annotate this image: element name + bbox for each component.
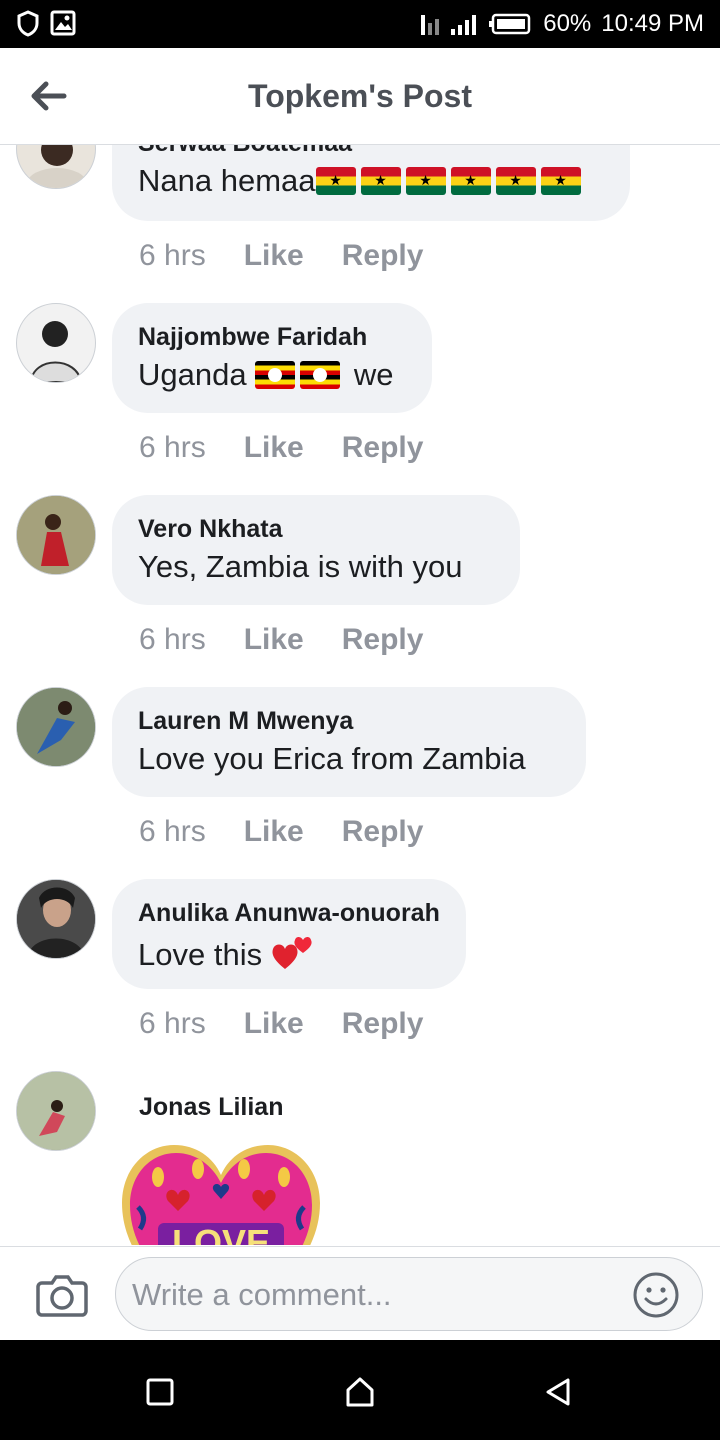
comment-author[interactable]: Anulika Anunwa-onuorah [138, 899, 440, 927]
comment-input-wrapper [115, 1257, 703, 1331]
comment-text: Love this [138, 931, 440, 975]
comment-actions: 6 hrs Like Reply [139, 623, 423, 657]
home-icon[interactable] [344, 1376, 376, 1408]
avatar[interactable] [16, 879, 96, 959]
comment-text-content: Love this [138, 937, 263, 972]
comment-author[interactable]: Vero Nkhata [138, 515, 494, 543]
reply-button[interactable]: Reply [342, 1007, 424, 1041]
comment-bubble[interactable]: Anulika Anunwa-onuorah Love this [112, 879, 466, 989]
avatar-photo [17, 880, 95, 958]
comment-text: Love you Erica from Zambia [138, 741, 526, 776]
camera-icon[interactable] [36, 1273, 88, 1317]
comment-time: 6 hrs [139, 431, 206, 464]
comment-feed[interactable]: Serwaa Boatemaa Nana hemaa 6 hrs Like Re… [0, 145, 720, 1245]
comment-author[interactable]: Lauren M Mwenya [138, 707, 560, 735]
shield-icon [17, 10, 39, 37]
comment-text: Uganda we [138, 355, 406, 395]
reply-button[interactable]: Reply [342, 239, 424, 273]
avatar-photo [29, 321, 83, 382]
smiley-icon[interactable] [632, 1271, 680, 1319]
comment-bubble[interactable]: Najjombwe Faridah Uganda we [112, 303, 432, 413]
clock: 10:49 PM [601, 10, 704, 37]
image-icon [50, 10, 76, 36]
like-button[interactable]: Like [244, 1007, 304, 1041]
square-icon[interactable] [144, 1376, 176, 1408]
reply-button[interactable]: Reply [342, 431, 424, 465]
status-bar: 60% 10:49 PM [0, 0, 720, 48]
avatar[interactable] [16, 303, 96, 383]
like-button[interactable]: Like [244, 623, 304, 657]
love-heart-sticker[interactable]: LOVE [118, 1141, 324, 1245]
comment-bubble[interactable]: Lauren M Mwenya Love you Erica from Zamb… [112, 687, 586, 797]
comment-actions: 6 hrs Like Reply [139, 431, 423, 465]
avatar[interactable] [16, 145, 96, 189]
comment-actions: 6 hrs Like Reply [139, 1007, 423, 1041]
triangle-back-icon[interactable] [542, 1376, 574, 1408]
comment-actions: 6 hrs Like Reply [139, 815, 423, 849]
comment-input[interactable] [130, 1270, 624, 1320]
ghana-flag-emoji-row [315, 163, 586, 198]
comment-composer [0, 1246, 720, 1341]
avatar-photo [17, 688, 95, 766]
avatar[interactable] [16, 495, 96, 575]
reply-button[interactable]: Reply [342, 815, 424, 849]
comment-time: 6 hrs [139, 1007, 206, 1040]
system-navigation-bar [0, 1340, 720, 1440]
comment-text: Nana hemaa [138, 161, 604, 201]
comment-author[interactable]: Najjombwe Faridah [138, 323, 406, 351]
avatar[interactable] [16, 687, 96, 767]
comment-bubble[interactable]: Serwaa Boatemaa Nana hemaa [112, 145, 630, 221]
like-button[interactable]: Like [244, 431, 304, 465]
sticker-text: LOVE [172, 1222, 270, 1245]
comment-author[interactable]: Jonas Lilian [139, 1093, 283, 1121]
battery-level: 60% [543, 10, 592, 37]
avatar-photo [17, 496, 95, 574]
avatar-photo [27, 145, 87, 188]
reply-button[interactable]: Reply [342, 623, 424, 657]
comment-time: 6 hrs [139, 815, 206, 848]
two-hearts-emoji [272, 937, 312, 969]
uganda-flag-emoji [255, 357, 345, 392]
comment-text-content: Nana hemaa [138, 163, 316, 198]
comment-author[interactable]: Serwaa Boatemaa [138, 145, 604, 157]
page-title: Topkem's Post [248, 78, 472, 114]
comment-actions: 6 hrs Like Reply [139, 239, 423, 273]
comment-time: 6 hrs [139, 239, 206, 272]
comment-text-end: we [353, 357, 394, 392]
comment-text-start: Uganda [138, 357, 247, 392]
app-header: Topkem's Post [0, 48, 720, 145]
signal-icon [421, 15, 477, 35]
comment-time: 6 hrs [139, 623, 206, 656]
comment-text: Yes, Zambia is with you [138, 549, 463, 584]
comment-bubble[interactable]: Vero Nkhata Yes, Zambia is with you [112, 495, 520, 605]
avatar[interactable] [16, 1071, 96, 1151]
battery-icon [489, 13, 531, 35]
avatar-photo [17, 1072, 95, 1150]
like-button[interactable]: Like [244, 239, 304, 273]
like-button[interactable]: Like [244, 815, 304, 849]
